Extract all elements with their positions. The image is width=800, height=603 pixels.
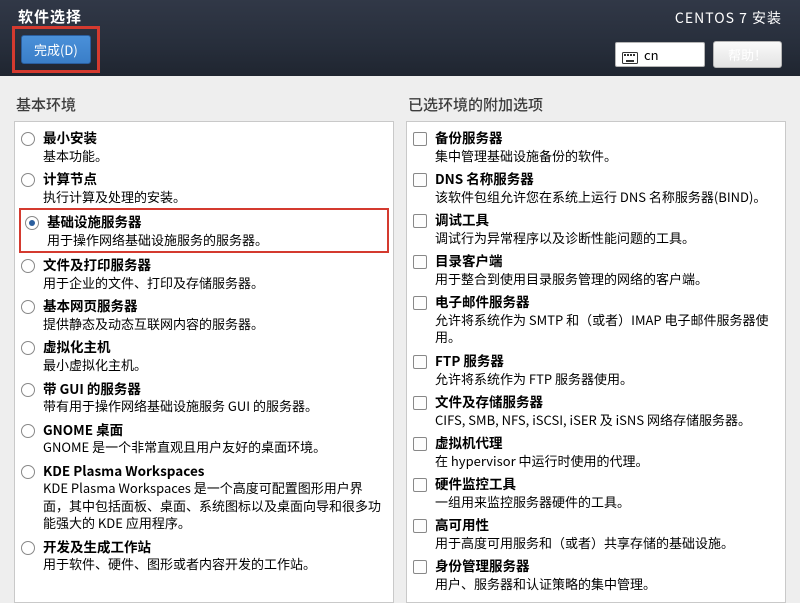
addon-option-title: FTP 服务器 [435,352,777,370]
addon-option-desc: 该软件包组允许您在系统上运行 DNS 名称服务器(BIND)。 [435,188,777,206]
addon-option-title: DNS 名称服务器 [435,170,777,188]
addon-option-title: 目录客户端 [435,252,777,270]
checkbox-icon[interactable] [413,519,427,533]
addon-option-title: 硬件监控工具 [435,475,777,493]
addons-list: 备份服务器集中管理基础设施备份的软件。DNS 名称服务器该软件包组允许您在系统上… [406,121,786,603]
addon-option[interactable]: 虚拟机代理在 hypervisor 中运行时使用的代理。 [409,431,783,472]
radio-icon[interactable] [21,424,35,438]
env-option-title: 计算节点 [43,170,385,188]
env-option-desc: 用于操作网络基础设施服务的服务器。 [47,231,381,249]
env-option-desc: 基本功能。 [43,147,385,165]
env-option-desc: 最小虚拟化主机。 [43,356,385,374]
addon-option-desc: 在 hypervisor 中运行时使用的代理。 [435,452,777,470]
env-option[interactable]: 基本网页服务器提供静态及动态互联网内容的服务器。 [17,294,391,335]
radio-icon[interactable] [21,541,35,555]
env-option-title: 最小安装 [43,129,385,147]
radio-icon[interactable] [21,132,35,146]
env-option-title: 基本网页服务器 [43,297,385,315]
env-option[interactable]: 最小安装基本功能。 [17,126,391,167]
addon-option-title: 虚拟机代理 [435,434,777,452]
env-option[interactable]: 虚拟化主机最小虚拟化主机。 [17,335,391,376]
addon-option-desc: 用于整合到使用目录服务管理的网络的客户端。 [435,270,777,288]
env-option-desc: 执行计算及处理的安装。 [43,188,385,206]
addon-option-title: 备份服务器 [435,129,777,147]
checkbox-icon[interactable] [413,396,427,410]
addon-option-desc: 集中管理基础设施备份的软件。 [435,147,777,165]
done-button[interactable]: 完成(D) [21,35,91,64]
checkbox-icon[interactable] [413,214,427,228]
radio-icon[interactable] [21,173,35,187]
help-button[interactable]: 帮助！ [713,41,782,68]
env-option-desc: KDE Plasma Workspaces 是一个高度可配置图形用户界面，其中包… [43,479,385,532]
radio-icon[interactable] [21,300,35,314]
env-option[interactable]: 带 GUI 的服务器带有用于操作网络基础设施服务 GUI 的服务器。 [17,377,391,418]
addon-option-desc: 用于高度可用服务和（或者）共享存储的基础设施。 [435,534,777,552]
addon-option-desc: 允许将系统作为 FTP 服务器使用。 [435,370,777,388]
page-title: 软件选择 [18,6,782,27]
base-env-heading: 基本环境 [14,94,394,115]
addon-option-title: 高可用性 [435,516,777,534]
addon-option[interactable]: 文件及存储服务器CIFS, SMB, NFS, iSCSI, iSER 及 iS… [409,390,783,431]
addon-option[interactable]: 硬件监控工具一组用来监控服务器硬件的工具。 [409,472,783,513]
addon-option[interactable]: 备份服务器集中管理基础设施备份的软件。 [409,126,783,167]
env-option-title: 文件及打印服务器 [43,256,385,274]
done-highlight-box: 完成(D) [12,26,100,73]
addon-option[interactable]: 电子邮件服务器允许将系统作为 SMTP 和（或者）IMAP 电子邮件服务器使用。 [409,290,783,349]
radio-icon[interactable] [25,216,39,230]
env-option-desc: GNOME 是一个非常直观且用户友好的桌面环境。 [43,438,385,456]
env-option[interactable]: 文件及打印服务器用于企业的文件、打印及存储服务器。 [17,253,391,294]
env-option-desc: 带有用于操作网络基础设施服务 GUI 的服务器。 [43,397,385,415]
checkbox-icon[interactable] [413,560,427,574]
env-option-title: 基础设施服务器 [47,213,381,231]
checkbox-icon[interactable] [413,296,427,310]
keyboard-layout-button[interactable]: cn [615,42,705,67]
installer-label: CENTOS 7 安装 [675,8,782,28]
addon-option-title: 身份管理服务器 [435,557,777,575]
addon-option-desc: 用户、服务器和认证策略的集中管理。 [435,575,777,593]
env-option-title: 虚拟化主机 [43,338,385,356]
addon-option-desc: 允许将系统作为 SMTP 和（或者）IMAP 电子邮件服务器使用。 [435,311,777,346]
addon-option-title: 文件及存储服务器 [435,393,777,411]
addon-option[interactable]: 高可用性用于高度可用服务和（或者）共享存储的基础设施。 [409,513,783,554]
radio-icon[interactable] [21,465,35,479]
env-option-desc: 用于软件、硬件、图形或者内容开发的工作站。 [43,555,385,573]
env-option[interactable]: 计算节点执行计算及处理的安装。 [17,167,391,208]
addon-option[interactable]: 身份管理服务器用户、服务器和认证策略的集中管理。 [409,554,783,595]
addon-option[interactable]: FTP 服务器允许将系统作为 FTP 服务器使用。 [409,349,783,390]
checkbox-icon[interactable] [413,132,427,146]
checkbox-icon[interactable] [413,478,427,492]
addon-option-desc: CIFS, SMB, NFS, iSCSI, iSER 及 iSNS 网络存储服… [435,411,777,429]
env-option-title: KDE Plasma Workspaces [43,462,385,480]
env-option[interactable]: 基础设施服务器用于操作网络基础设施服务的服务器。 [19,208,389,253]
keyboard-icon [622,49,638,61]
env-option[interactable]: GNOME 桌面GNOME 是一个非常直观且用户友好的桌面环境。 [17,418,391,459]
radio-icon[interactable] [21,341,35,355]
checkbox-icon[interactable] [413,437,427,451]
radio-icon[interactable] [21,259,35,273]
addons-heading: 已选环境的附加选项 [406,94,786,115]
env-option[interactable]: KDE Plasma WorkspacesKDE Plasma Workspac… [17,459,391,535]
env-option-title: 开发及生成工作站 [43,538,385,556]
radio-icon[interactable] [21,383,35,397]
addon-option[interactable]: DNS 名称服务器该软件包组允许您在系统上运行 DNS 名称服务器(BIND)。 [409,167,783,208]
env-option[interactable]: 开发及生成工作站用于软件、硬件、图形或者内容开发的工作站。 [17,535,391,576]
env-option-desc: 提供静态及动态互联网内容的服务器。 [43,315,385,333]
checkbox-icon[interactable] [413,255,427,269]
addon-option-title: 电子邮件服务器 [435,293,777,311]
addon-option-title: 调试工具 [435,211,777,229]
env-option-desc: 用于企业的文件、打印及存储服务器。 [43,274,385,292]
keyboard-label: cn [644,45,659,64]
checkbox-icon[interactable] [413,173,427,187]
addon-option-desc: 一组用来监控服务器硬件的工具。 [435,493,777,511]
env-option-title: 带 GUI 的服务器 [43,380,385,398]
env-option-title: GNOME 桌面 [43,421,385,439]
addon-option-desc: 调试行为异常程序以及诊断性能问题的工具。 [435,229,777,247]
addon-option[interactable]: 调试工具调试行为异常程序以及诊断性能问题的工具。 [409,208,783,249]
base-env-list: 最小安装基本功能。计算节点执行计算及处理的安装。基础设施服务器用于操作网络基础设… [14,121,394,603]
checkbox-icon[interactable] [413,355,427,369]
addon-option[interactable]: 目录客户端用于整合到使用目录服务管理的网络的客户端。 [409,249,783,290]
